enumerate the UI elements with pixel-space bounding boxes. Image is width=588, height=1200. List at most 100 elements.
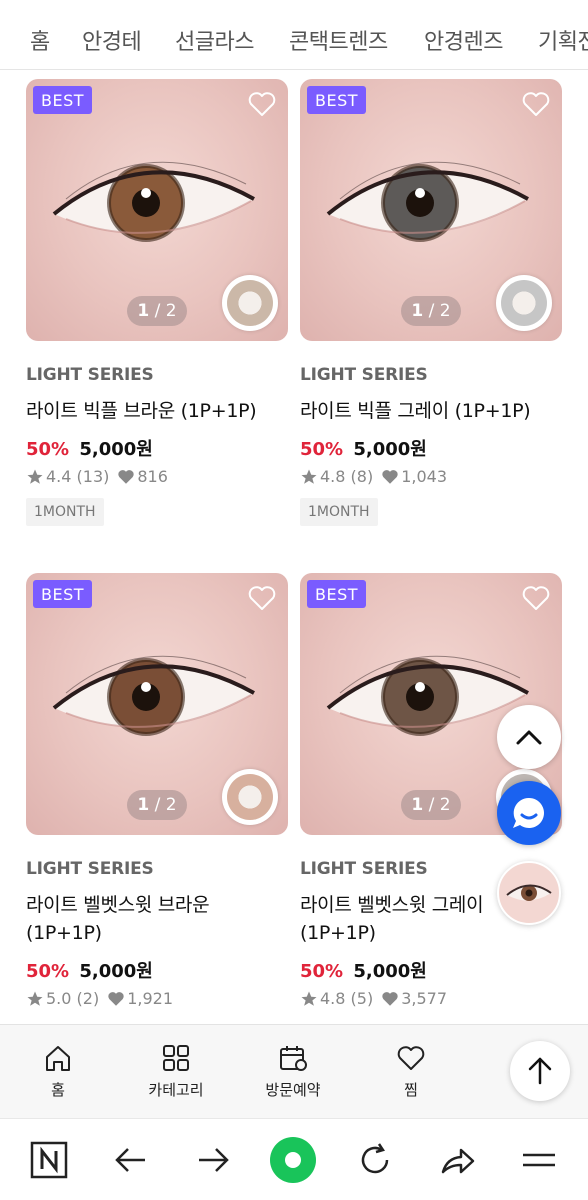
wishlist-heart-icon[interactable]: [248, 91, 276, 117]
rating-text: 4.8 (5): [320, 989, 374, 1008]
refresh-button[interactable]: [352, 1137, 398, 1183]
discount-rate: 50%: [300, 961, 344, 982]
product-tag: 1MONTH: [26, 498, 104, 526]
price-row: 50% 5,000원: [26, 435, 288, 461]
image-pager: 1 / 2: [401, 296, 461, 326]
product-stats: 4.8 (8) 1,043: [300, 467, 562, 486]
product-card[interactable]: BEST 1 / 2 LIGHT SERIES 라이트 빅플 브라운 (1P+1…: [26, 79, 288, 526]
pager-current: 1: [137, 795, 150, 815]
discount-rate: 50%: [26, 439, 70, 460]
product-stats: 5.0 (2) 1,921: [26, 989, 288, 1008]
pager-current: 1: [411, 301, 424, 321]
share-icon: [441, 1148, 475, 1174]
product-name[interactable]: 라이트 빅플 그레이 (1P+1P): [300, 397, 562, 425]
wishlist-heart-icon[interactable]: [522, 585, 550, 611]
product-name[interactable]: 라이트 벨벳스윗 브라운 (1P+1P): [26, 891, 288, 947]
chevron-up-icon: [516, 730, 542, 745]
nav-home-label: 홈: [51, 1081, 65, 1099]
lens-swatch[interactable]: [222, 769, 278, 825]
home-button[interactable]: [270, 1137, 316, 1183]
wishlist-heart-icon[interactable]: [522, 91, 550, 117]
tab-home[interactable]: 홈: [30, 24, 50, 56]
pager-total: 2: [439, 301, 451, 321]
price-row: 50% 5,000원: [26, 957, 288, 983]
lens-swatch[interactable]: [496, 275, 552, 331]
pager-separator: /: [428, 301, 435, 321]
product-stats: 4.4 (13) 816: [26, 467, 288, 486]
tab-eyeglass-lenses[interactable]: 안경렌즈: [424, 24, 503, 56]
product-series: LIGHT SERIES: [300, 365, 428, 385]
price-row: 50% 5,000원: [300, 957, 562, 983]
pager-separator: /: [154, 795, 161, 815]
naver-n-button[interactable]: [26, 1137, 72, 1183]
arrow-up-icon: [528, 1057, 552, 1085]
discount-rate: 50%: [300, 439, 344, 460]
heart-icon: [397, 1046, 425, 1070]
product-stats: 4.8 (5) 3,577: [300, 989, 562, 1008]
lens-color-sample: [227, 774, 273, 820]
heart-filled-icon: [118, 469, 135, 484]
product-image[interactable]: BEST 1 / 2: [26, 573, 288, 835]
forward-button[interactable]: [190, 1137, 236, 1183]
image-pager: 1 / 2: [127, 296, 187, 326]
pager-separator: /: [154, 301, 161, 321]
share-button[interactable]: [434, 1137, 480, 1183]
browser-toolbar: [0, 1118, 588, 1200]
recently-viewed-button[interactable]: [497, 861, 561, 925]
heart-filled-icon: [382, 469, 398, 484]
refresh-icon: [361, 1143, 389, 1174]
tab-sunglasses[interactable]: 선글라스: [175, 24, 254, 56]
nav-category-label: 카테고리: [148, 1081, 204, 1099]
image-pager: 1 / 2: [127, 790, 187, 820]
nav-visit-reservation-label: 방문예약: [265, 1081, 321, 1099]
chat-bubble-icon: [513, 797, 544, 828]
rating-text: 5.0 (2): [46, 989, 100, 1008]
grid-icon: [163, 1045, 189, 1071]
tab-contact-lenses[interactable]: 콘택트렌즈: [289, 24, 388, 56]
scroll-up-button[interactable]: [497, 705, 561, 769]
back-arrow-icon: [115, 1148, 145, 1172]
nav-wishlist[interactable]: 찜: [361, 1043, 461, 1100]
product-tag: 1MONTH: [300, 498, 378, 526]
pager-current: 1: [137, 301, 150, 321]
price-row: 50% 5,000원: [300, 435, 562, 461]
best-badge: BEST: [307, 86, 367, 114]
nav-visit-reservation[interactable]: 방문예약: [243, 1043, 343, 1100]
product-image[interactable]: BEST 1 / 2: [300, 79, 562, 341]
product-name[interactable]: 라이트 빅플 브라운 (1P+1P): [26, 397, 288, 425]
recent-product-thumbnail: [506, 884, 552, 901]
product-series: LIGHT SERIES: [26, 365, 154, 385]
tab-promotions[interactable]: 기획전: [538, 24, 588, 56]
product-card[interactable]: BEST 1 / 2 LIGHT SERIES 라이트 벨벳스윗 브라운 (1P…: [26, 573, 288, 1008]
back-button[interactable]: [108, 1137, 154, 1183]
naver-n-icon: [30, 1141, 68, 1179]
nav-wishlist-label: 찜: [404, 1081, 418, 1099]
sale-price: 5,000원: [353, 961, 427, 982]
product-card[interactable]: BEST 1 / 2 LIGHT SERIES 라이트 빅플 그레이 (1P+1…: [300, 79, 562, 526]
lens-color-sample: [501, 280, 547, 326]
chat-button[interactable]: [497, 781, 561, 845]
forward-arrow-icon: [199, 1148, 229, 1172]
nav-home[interactable]: 홈: [8, 1043, 108, 1100]
likes-group: 1,921: [107, 989, 173, 1008]
star-icon: [301, 469, 317, 484]
sale-price: 5,000원: [79, 961, 153, 982]
pager-current: 1: [411, 795, 424, 815]
likes-group: 1,043: [381, 467, 447, 486]
likes-count: 816: [137, 467, 168, 486]
nav-category[interactable]: 카테고리: [126, 1043, 226, 1100]
wishlist-heart-icon[interactable]: [248, 585, 276, 611]
lens-swatch[interactable]: [222, 275, 278, 331]
category-tab-bar: 홈 안경테 선글라스 콘택트렌즈 안경렌즈 기획전: [0, 0, 588, 70]
scroll-to-top-button[interactable]: [510, 1041, 570, 1101]
best-badge: BEST: [33, 86, 93, 114]
rating-text: 4.8 (8): [320, 467, 374, 486]
menu-icon: [523, 1153, 555, 1167]
tab-eyeglass-frames[interactable]: 안경테: [82, 24, 142, 56]
likes-group: 816: [117, 467, 168, 486]
likes-count: 3,577: [401, 989, 448, 1008]
star-icon: [27, 469, 43, 484]
sale-price: 5,000원: [353, 439, 427, 460]
product-image[interactable]: BEST 1 / 2: [26, 79, 288, 341]
menu-button[interactable]: [516, 1137, 562, 1183]
